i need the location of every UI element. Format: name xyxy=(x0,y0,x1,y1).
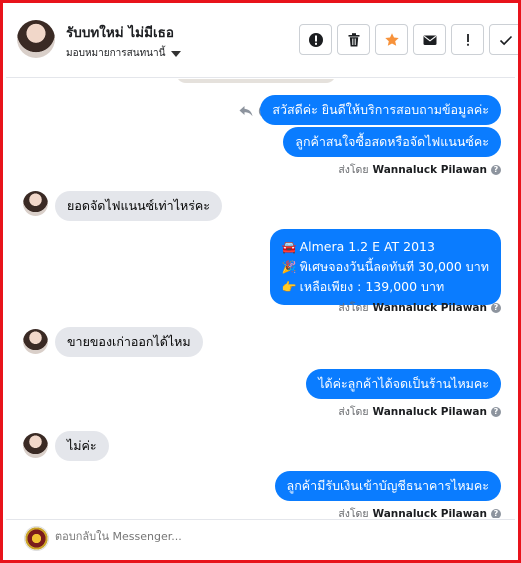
assign-conversation-dropdown[interactable]: มอบหมายการสนทนานี้ xyxy=(66,46,182,61)
sent-by-prefix: ส่งโดย xyxy=(338,406,369,418)
party-icon: 🎉 xyxy=(281,260,297,274)
star-button[interactable] xyxy=(375,24,408,55)
outgoing-message[interactable]: ลูกค้าสนใจซื้อสดหรือจัดไฟแนนซ์คะ xyxy=(283,127,501,157)
sender-name: Wannaluck Pilawan xyxy=(372,405,487,418)
incoming-message[interactable]: ไม่ค่ะ xyxy=(55,431,109,461)
reply-icon[interactable] xyxy=(238,103,254,119)
report-spam-button[interactable] xyxy=(299,24,332,55)
promo-line-2: 🎉 พิเศษจองวันนี้ลดทันที 30,000 บาท xyxy=(282,257,489,277)
sent-by-prefix: ส่งโดย xyxy=(338,164,369,176)
assign-label: มอบหมายการสนทนานี้ xyxy=(66,48,166,59)
contact-avatar-small xyxy=(23,191,48,216)
promo-line-1-text: Almera 1.2 E AT 2013 xyxy=(299,239,435,254)
alert-circle-icon xyxy=(308,32,323,47)
sender-name: Wannaluck Pilawan xyxy=(372,163,487,176)
star-icon xyxy=(384,32,399,46)
sent-by-label: ส่งโดย Wannaluck Pilawan ? xyxy=(338,161,501,178)
sender-name: Wannaluck Pilawan xyxy=(372,507,487,519)
mark-done-button[interactable] xyxy=(489,24,518,55)
help-icon[interactable]: ? xyxy=(491,302,501,313)
promo-line-3: 👉 เหลือเพียง : 139,000 บาท xyxy=(282,277,489,297)
conversation-header: รับบทใหม่ ไม่มีเธอ มอบหมายการสนทนานี้ xyxy=(6,6,518,78)
sent-by-prefix: ส่งโดย xyxy=(338,508,369,518)
promo-line-2-text: พิเศษจองวันนี้ลดทันที 30,000 บาท xyxy=(299,259,489,274)
exclamation-icon xyxy=(466,33,469,46)
messenger-inbox-frame: รับบทใหม่ ไม่มีเธอ มอบหมายการสนทนานี้ สว… xyxy=(0,0,521,563)
sent-by-label: ส่งโดย Wannaluck Pilawan ? xyxy=(338,403,501,420)
trash-icon xyxy=(348,32,359,46)
contact-name[interactable]: รับบทใหม่ ไม่มีเธอ xyxy=(66,21,174,43)
outgoing-message[interactable]: สวัสดีค่ะ ยินดีให้บริการสอบถามข้อมูลค่ะ xyxy=(260,95,501,125)
promo-line-3-text: เหลือเพียง : 139,000 บาท xyxy=(299,279,445,294)
page-avatar xyxy=(24,526,49,551)
caret-down-icon xyxy=(171,50,182,57)
sender-name: Wannaluck Pilawan xyxy=(372,301,487,314)
sent-by-label: ส่งโดย Wannaluck Pilawan ? xyxy=(338,299,501,316)
help-icon[interactable]: ? xyxy=(491,406,501,417)
outgoing-message-promo[interactable]: 🚘 Almera 1.2 E AT 2013 🎉 พิเศษจองวันนี้ลดท… xyxy=(269,229,501,305)
promo-line-1: 🚘 Almera 1.2 E AT 2013 xyxy=(282,237,489,257)
sent-by-prefix: ส่งโดย xyxy=(338,302,369,314)
car-icon: 🚘 xyxy=(281,240,297,254)
check-icon xyxy=(499,35,512,45)
contact-avatar-small xyxy=(23,329,48,354)
envelope-icon xyxy=(423,35,436,45)
outgoing-message[interactable]: ได้ค่ะลูกค้าได้จดเป็นร้านไหมคะ xyxy=(306,369,501,399)
conversation-toolbar xyxy=(299,24,518,55)
message-thread[interactable]: สวัสดีค่ะ ยินดีให้บริการสอบถามข้อมูลค่ะ … xyxy=(6,79,515,518)
help-icon[interactable]: ? xyxy=(491,508,501,518)
mark-unread-button[interactable] xyxy=(413,24,446,55)
outgoing-message[interactable]: ลูกค้ามีรับเงินเข้าบัญชีธนาคารไหมคะ xyxy=(274,471,501,501)
reply-input[interactable] xyxy=(55,530,355,543)
delete-button[interactable] xyxy=(337,24,370,55)
pointing-hand-icon: 👉 xyxy=(281,280,297,294)
follow-up-button[interactable] xyxy=(451,24,484,55)
contact-avatar-small xyxy=(23,433,48,458)
help-icon[interactable]: ? xyxy=(491,164,501,175)
shared-image-thumbnail[interactable] xyxy=(176,79,336,83)
sent-by-label: ส่งโดย Wannaluck Pilawan ? xyxy=(338,505,501,518)
incoming-message[interactable]: ขายของเก่าออกได้ไหม xyxy=(55,327,203,357)
contact-avatar[interactable] xyxy=(17,20,55,58)
reply-composer xyxy=(6,519,515,557)
incoming-message[interactable]: ยอดจัดไฟแนนซ์เท่าไหร่คะ xyxy=(55,191,223,221)
